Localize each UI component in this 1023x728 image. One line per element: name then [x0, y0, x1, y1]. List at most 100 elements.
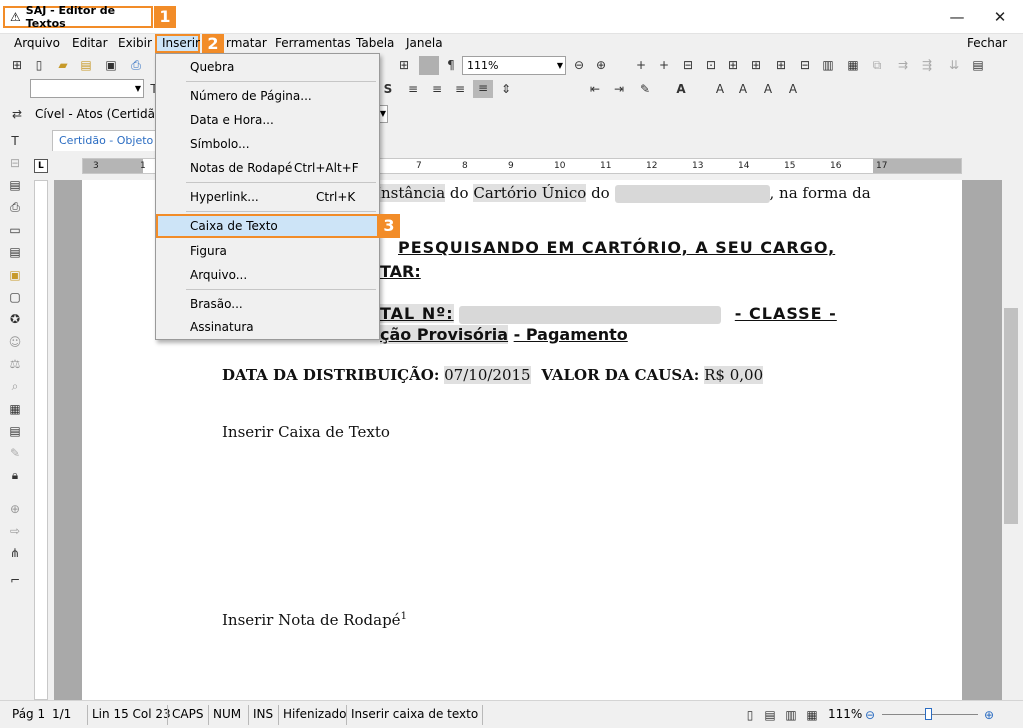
zoom-minus-icon[interactable]: ⊖ — [862, 707, 878, 723]
highlight-icon[interactable]: ✎ — [637, 81, 653, 97]
zoom-slider-thumb[interactable] — [925, 708, 932, 720]
align-right-icon[interactable]: ≡ — [452, 81, 468, 97]
grid-icon[interactable]: ⊞ — [773, 57, 789, 73]
tab-stop-selector[interactable]: L — [34, 159, 48, 173]
menu-item-label: Assinatura — [190, 320, 254, 334]
menu-fechar[interactable]: Fechar — [967, 36, 1007, 50]
menu-item-numero-pagina[interactable]: Número de Página... — [156, 85, 379, 107]
menu-ferramentas[interactable]: Ferramentas — [275, 36, 351, 50]
zoom-combo[interactable]: 111% ▼ — [462, 56, 566, 75]
doc-do-1: do — [449, 184, 469, 202]
split-cells-icon[interactable]: ⊞ — [725, 57, 741, 73]
justify-icon[interactable]: ≡ — [473, 80, 493, 98]
table-menu-icon[interactable]: ▤ — [970, 57, 986, 73]
page-view-icon[interactable]: ▯ — [742, 707, 758, 723]
model-icon[interactable]: ⇄ — [9, 106, 25, 122]
award-icon[interactable]: ✪ — [7, 311, 23, 327]
balance-icon[interactable]: ⚖ — [7, 356, 23, 372]
font-combo[interactable]: ▼ — [30, 79, 144, 98]
text-tool-icon[interactable]: T — [7, 133, 23, 149]
menu-item-assinatura[interactable]: Assinatura — [156, 316, 379, 338]
menu-inserir[interactable]: Inserir — [155, 34, 200, 53]
zoom-plus-icon[interactable]: ⊕ — [981, 707, 997, 723]
table-icon[interactable]: ⊞ — [396, 57, 412, 73]
menu-item-brasao[interactable]: Brasão... — [156, 293, 379, 315]
comment-icon[interactable]: ▭ — [7, 222, 23, 238]
unlink-icon[interactable]: ⇶ — [919, 57, 935, 73]
note-icon[interactable]: ▤ — [7, 423, 23, 439]
shading-icon[interactable] — [419, 56, 439, 75]
grid-lines-icon[interactable]: ⧉ — [869, 57, 885, 73]
link-icon[interactable]: ⇉ — [895, 57, 911, 73]
form-delete-icon[interactable]: ▢ — [7, 289, 23, 305]
stamp-icon[interactable]: ⎙ — [7, 199, 23, 215]
vertical-ruler[interactable] — [34, 180, 48, 700]
font-color-icon[interactable]: A — [673, 81, 689, 97]
search-doc-icon[interactable]: ⌕ — [7, 378, 23, 394]
menu-item-hyperlink[interactable]: Hyperlink... Ctrl+K — [156, 186, 379, 208]
two-pages-icon[interactable]: ▥ — [783, 707, 799, 723]
zoom-out-icon[interactable]: ⊖ — [571, 57, 587, 73]
menu-item-figura[interactable]: Figura — [156, 240, 379, 262]
print-icon[interactable]: ⎙ — [128, 57, 144, 73]
clear-format-icon[interactable]: A — [760, 81, 776, 97]
field-icon[interactable]: ⊟ — [7, 155, 23, 171]
table-props-icon[interactable]: ▦ — [845, 57, 861, 73]
strikethrough-icon[interactable]: S — [380, 81, 396, 97]
user-icon[interactable]: ☺ — [7, 334, 23, 350]
print-layout-icon[interactable]: ▤ — [762, 707, 778, 723]
export-icon[interactable]: ⇨ — [7, 523, 23, 539]
status-page: Pág 1 — [12, 707, 46, 721]
variables-icon[interactable]: ▤ — [7, 177, 23, 193]
align-center-icon[interactable]: ≡ — [429, 81, 445, 97]
save-icon[interactable]: ▣ — [103, 57, 119, 73]
menu-editar[interactable]: Editar — [72, 36, 108, 50]
menu-arquivo[interactable]: Arquivo — [14, 36, 60, 50]
menu-tabela[interactable]: Tabela — [356, 36, 394, 50]
menu-item-simbolo[interactable]: Símbolo... — [156, 133, 379, 155]
grow-font-icon[interactable]: A — [712, 81, 728, 97]
sort-icon[interactable]: ⇊ — [946, 57, 962, 73]
menu-item-caixa-texto[interactable]: Caixa de Texto — [156, 214, 379, 238]
minimize-button[interactable]: — — [945, 8, 969, 26]
merge-cells-icon[interactable]: ⊡ — [703, 57, 719, 73]
attach-icon[interactable]: ⊕ — [7, 501, 23, 517]
menu-janela[interactable]: Janela — [406, 36, 443, 50]
vertical-scrollbar[interactable] — [1002, 180, 1020, 700]
edit-disabled-icon[interactable]: ✎ — [7, 445, 23, 461]
delete-col-icon[interactable]: ▥ — [820, 57, 836, 73]
menu-item-quebra[interactable]: Quebra — [156, 56, 379, 78]
line-spacing-icon[interactable]: ⇕ — [498, 81, 514, 97]
fit-width-icon[interactable]: ▦ — [804, 707, 820, 723]
lock-icon[interactable]: 🔒︎ — [7, 467, 23, 483]
calendar-icon[interactable]: ▦ — [7, 401, 23, 417]
list-icon[interactable]: ▤ — [7, 244, 23, 260]
open-file-icon[interactable]: ▤ — [78, 57, 94, 73]
form-icon[interactable]: ▣ — [7, 267, 23, 283]
menu-item-data-hora[interactable]: Data e Hora... — [156, 109, 379, 131]
cell-icon[interactable]: ⊟ — [680, 57, 696, 73]
menu-item-arquivo[interactable]: Arquivo... — [156, 264, 379, 286]
zoom-in-icon[interactable]: ⊕ — [593, 57, 609, 73]
scrollbar-thumb[interactable] — [1004, 308, 1018, 524]
share-icon[interactable]: ⋔ — [7, 545, 23, 561]
menu-exibir[interactable]: Exibir — [118, 36, 152, 50]
paragraph-mark-icon[interactable]: ¶ — [443, 57, 459, 73]
increase-indent-icon[interactable]: ⇥ — [611, 81, 627, 97]
new-document-icon[interactable]: ▯ — [31, 57, 47, 73]
menu-formatar[interactable]: rmatar — [226, 36, 267, 50]
format-painter-icon[interactable]: ⌐ — [7, 572, 23, 588]
insert-table-row-icon[interactable]: + — [633, 57, 649, 73]
close-button[interactable]: ✕ — [988, 8, 1012, 26]
open-folder-icon[interactable]: ▰ — [55, 57, 71, 73]
change-case-icon[interactable]: A — [785, 81, 801, 97]
template-combo[interactable]: Cível - Atos (Certidão) — [30, 105, 158, 123]
align-left-icon[interactable]: ≡ — [405, 81, 421, 97]
insert-table-col-icon[interactable]: + — [656, 57, 672, 73]
decrease-indent-icon[interactable]: ⇤ — [587, 81, 603, 97]
shrink-font-icon[interactable]: A — [735, 81, 751, 97]
delete-row-icon[interactable]: ⊟ — [797, 57, 813, 73]
new-from-template-icon[interactable]: ⊞ — [9, 57, 25, 73]
borders-icon[interactable]: ⊞ — [748, 57, 764, 73]
menu-item-notas-rodape[interactable]: Notas de Rodapé Ctrl+Alt+F — [156, 157, 379, 179]
